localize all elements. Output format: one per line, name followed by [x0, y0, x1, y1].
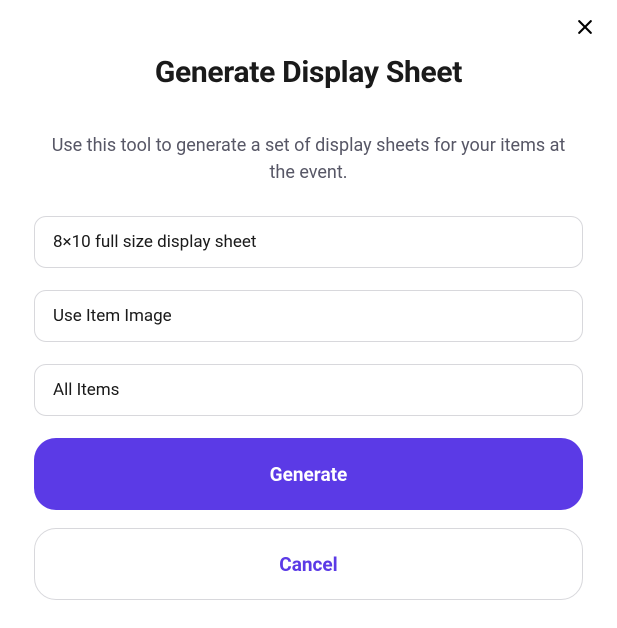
image-source-select-label: Use Item Image — [53, 306, 172, 326]
generate-button[interactable]: Generate — [34, 438, 583, 510]
item-filter-select[interactable]: All Items — [34, 364, 583, 416]
modal-description: Use this tool to generate a set of displ… — [34, 132, 583, 186]
close-icon — [575, 17, 595, 40]
modal-container: Generate Display Sheet Use this tool to … — [0, 0, 617, 600]
size-select-label: 8×10 full size display sheet — [53, 232, 256, 252]
size-select[interactable]: 8×10 full size display sheet — [34, 216, 583, 268]
image-source-select[interactable]: Use Item Image — [34, 290, 583, 342]
cancel-button[interactable]: Cancel — [34, 528, 583, 600]
item-filter-select-label: All Items — [53, 380, 119, 400]
close-button[interactable] — [571, 14, 599, 42]
modal-title: Generate Display Sheet — [34, 55, 583, 90]
